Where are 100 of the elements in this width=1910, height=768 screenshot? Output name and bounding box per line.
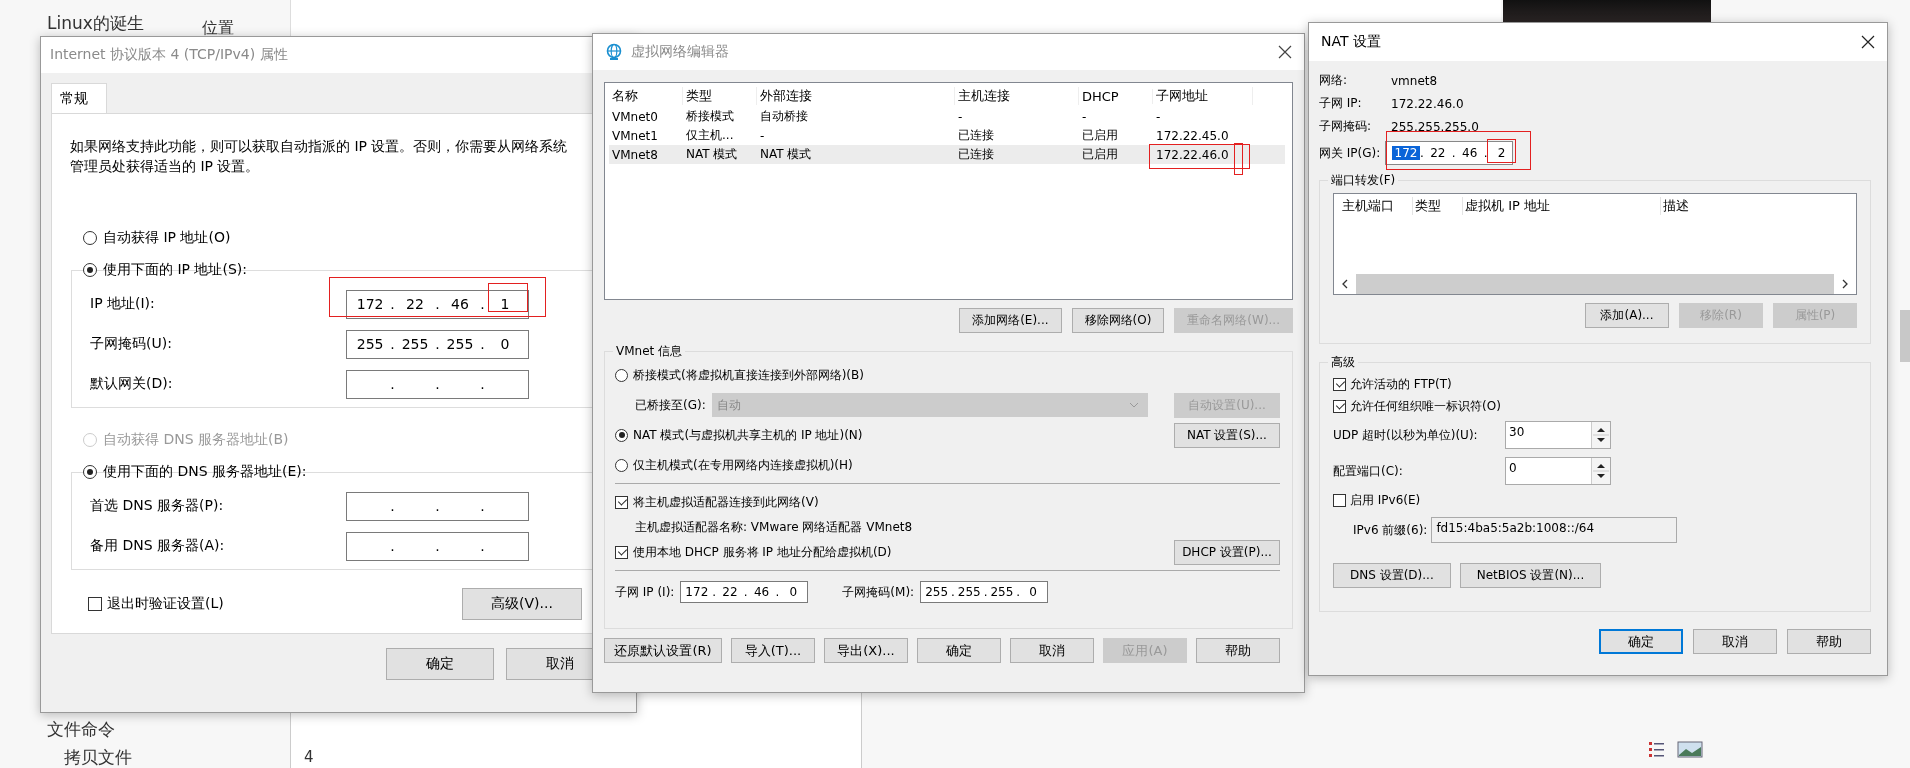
checkbox[interactable] bbox=[1333, 399, 1346, 413]
scrollbar-thumb[interactable] bbox=[1900, 310, 1910, 362]
table-cell-text: - bbox=[1081, 109, 1088, 124]
ip-address-field[interactable]: . . . bbox=[346, 369, 529, 399]
ip-address-field[interactable]: 255 . 255 . 255 . 0 bbox=[346, 329, 529, 359]
gateway-ip-field[interactable]: 172 . 22 . 46 . 2 bbox=[1385, 141, 1513, 165]
dialog-button[interactable]: 帮助 bbox=[1787, 629, 1871, 654]
field-label: UDP 超时(以秒为单位)(U): bbox=[1333, 426, 1479, 444]
sidebar-item[interactable]: 文件命令 bbox=[47, 718, 115, 741]
radio-button[interactable] bbox=[615, 428, 628, 442]
number-spinner[interactable]: 0 bbox=[1505, 457, 1611, 485]
table-cell-text: 已连接 bbox=[957, 127, 995, 144]
nat-settings-button[interactable]: NAT 设置(S)... bbox=[1174, 422, 1280, 448]
dhcp-settings-button[interactable]: DHCP 设置(P)... bbox=[1174, 539, 1280, 565]
checkbox-label[interactable]: 将主机虚拟适配器连接到此网络(V) bbox=[633, 493, 819, 511]
ip-address-field[interactable]: 255 . 255 . 255 . 0 bbox=[920, 581, 1049, 603]
field-label: IP 地址(I): bbox=[90, 295, 156, 313]
ip-address-field[interactable]: 172 . 22 . 46 . 0 bbox=[680, 581, 809, 603]
close-icon[interactable] bbox=[1861, 35, 1875, 49]
column-header[interactable]: 外部连接 bbox=[757, 87, 955, 105]
table-cell-text: 已连接 bbox=[957, 146, 995, 163]
picture-view-icon[interactable] bbox=[1677, 741, 1703, 758]
checkbox[interactable] bbox=[615, 545, 628, 559]
page-number: 4 bbox=[304, 748, 314, 766]
settings-button[interactable]: NetBIOS 设置(N)... bbox=[1459, 563, 1602, 588]
column-header[interactable]: 主机端口 bbox=[1340, 197, 1413, 215]
window-title: 虚拟网络编辑器 bbox=[631, 43, 729, 61]
sidebar-item[interactable]: Linux的诞生 bbox=[47, 12, 144, 35]
table-cell-text: 桥接模式 bbox=[685, 108, 735, 125]
dialog-button[interactable]: 导入(T)... bbox=[731, 638, 815, 663]
info-label: 网络: bbox=[1319, 72, 1349, 89]
scroll-right-icon[interactable] bbox=[1840, 279, 1850, 289]
checkbox-label[interactable]: 启用 IPv6(E) bbox=[1350, 491, 1421, 509]
adapter-name-text: 主机虚拟适配器名称: VMware 网络适配器 VMnet8 bbox=[635, 518, 913, 536]
dialog-button[interactable]: 导出(X)... bbox=[824, 638, 908, 663]
table-cell-text: 172.22.45.0 bbox=[1155, 128, 1229, 143]
settings-button[interactable]: DNS 设置(D)... bbox=[1333, 563, 1451, 588]
ip-address-field[interactable]: 172 . 22 . 46 . 1 bbox=[346, 289, 529, 319]
table-cell-text: - bbox=[1155, 109, 1161, 124]
group-title: VMnet 信息 bbox=[613, 343, 686, 360]
radio-button[interactable] bbox=[615, 458, 628, 472]
dialog-button[interactable]: 帮助 bbox=[1196, 638, 1280, 663]
ip-address-field[interactable]: . . . bbox=[346, 531, 529, 561]
info-value: vmnet8 bbox=[1391, 73, 1438, 88]
column-header[interactable]: 名称 bbox=[609, 87, 683, 105]
list-view-icon[interactable] bbox=[1649, 742, 1664, 757]
field-label: 网关 IP(G): bbox=[1319, 144, 1382, 162]
ip-address-field[interactable]: . . . bbox=[346, 491, 529, 521]
sidebar-item[interactable]: 拷贝文件 bbox=[64, 746, 132, 768]
radio-label[interactable]: 使用下面的 DNS 服务器地址(E): bbox=[103, 463, 307, 481]
checkbox[interactable] bbox=[88, 597, 102, 611]
table-row[interactable]: VMnet1 仅主机... - 已连接 已启用 172.22.45.0 bbox=[609, 126, 1292, 145]
checkbox-label[interactable]: 允许活动的 FTP(T) bbox=[1350, 375, 1452, 393]
table-cell-text: 仅主机... bbox=[685, 127, 735, 144]
radio-button[interactable] bbox=[83, 263, 97, 277]
checkbox[interactable] bbox=[1333, 377, 1346, 391]
column-header[interactable]: 类型 bbox=[683, 87, 757, 105]
list-button[interactable]: 添加网络(E)... bbox=[959, 308, 1062, 333]
dialog-button[interactable]: 确定 bbox=[917, 638, 1001, 663]
checkbox-label[interactable]: 使用本地 DHCP 服务将 IP 地址分配给虚拟机(D) bbox=[633, 543, 892, 561]
radio-label[interactable]: 桥接模式(将虚拟机直接连接到外部网络)(B) bbox=[633, 366, 864, 384]
scroll-left-icon[interactable] bbox=[1340, 279, 1350, 289]
group-title: 高级 bbox=[1328, 354, 1358, 371]
table-row[interactable]: VMnet8 NAT 模式 NAT 模式 已连接 已启用 172.22.46.0 bbox=[609, 145, 1285, 164]
radio-label[interactable]: NAT 模式(与虚拟机共享主机的 IP 地址)(N) bbox=[633, 426, 863, 444]
close-icon[interactable] bbox=[1278, 45, 1292, 59]
number-spinner[interactable]: 30 bbox=[1505, 421, 1611, 449]
table-cell-text: VMnet1 bbox=[611, 128, 659, 143]
radio-button[interactable] bbox=[83, 231, 97, 245]
column-header[interactable]: 虚拟机 IP 地址 bbox=[1463, 197, 1661, 215]
window-title: Internet 协议版本 4 (TCP/IPv4) 属性 bbox=[50, 46, 288, 64]
tab[interactable]: 常规 bbox=[51, 83, 107, 113]
table-cell-text: NAT 模式 bbox=[685, 146, 739, 163]
dialog-button[interactable]: 确定 bbox=[386, 648, 494, 680]
checkbox[interactable] bbox=[615, 495, 628, 509]
dialog-button[interactable]: 还原默认设置(R) bbox=[604, 638, 722, 663]
radio-label[interactable]: 仅主机模式(在专用网络内连接虚拟机)(H) bbox=[633, 456, 853, 474]
radio-label[interactable]: 使用下面的 IP 地址(S): bbox=[103, 261, 247, 279]
description-text: 如果网络支持此功能，则可以获取自动指派的 IP 设置。否则，你需要从网络系统管理员处获得适当的 IP 设置。 bbox=[70, 137, 569, 176]
dialog-button[interactable]: 取消 bbox=[1693, 629, 1777, 654]
group-title: 端口转发(F) bbox=[1328, 172, 1399, 189]
radio-label[interactable]: 自动获得 IP 地址(O) bbox=[103, 229, 231, 247]
column-header[interactable]: DHCP bbox=[1079, 88, 1153, 104]
advanced-button[interactable]: 高级(V)... bbox=[462, 588, 582, 620]
field-label: 备用 DNS 服务器(A): bbox=[90, 537, 226, 555]
dialog-button[interactable]: 确定 bbox=[1599, 629, 1683, 654]
checkbox-label[interactable]: 允许任何组织唯一标识符(O) bbox=[1350, 397, 1501, 415]
column-header[interactable]: 主机连接 bbox=[955, 87, 1079, 105]
column-header[interactable]: 类型 bbox=[1413, 197, 1463, 215]
port-button[interactable]: 添加(A)... bbox=[1585, 303, 1669, 328]
checkbox[interactable] bbox=[1333, 493, 1346, 507]
column-header[interactable]: 描述 bbox=[1661, 197, 1761, 215]
radio-button[interactable] bbox=[83, 465, 97, 479]
info-label: 子网 IP: bbox=[1319, 95, 1363, 112]
radio-button[interactable] bbox=[615, 368, 628, 382]
list-button[interactable]: 移除网络(O) bbox=[1071, 308, 1165, 333]
column-header[interactable]: 子网地址 bbox=[1153, 87, 1253, 105]
checkbox-label[interactable]: 退出时验证设置(L) bbox=[107, 595, 224, 613]
dialog-button[interactable]: 取消 bbox=[1010, 638, 1094, 663]
table-row[interactable]: VMnet0 桥接模式 自动桥接 - - - bbox=[609, 107, 1292, 126]
